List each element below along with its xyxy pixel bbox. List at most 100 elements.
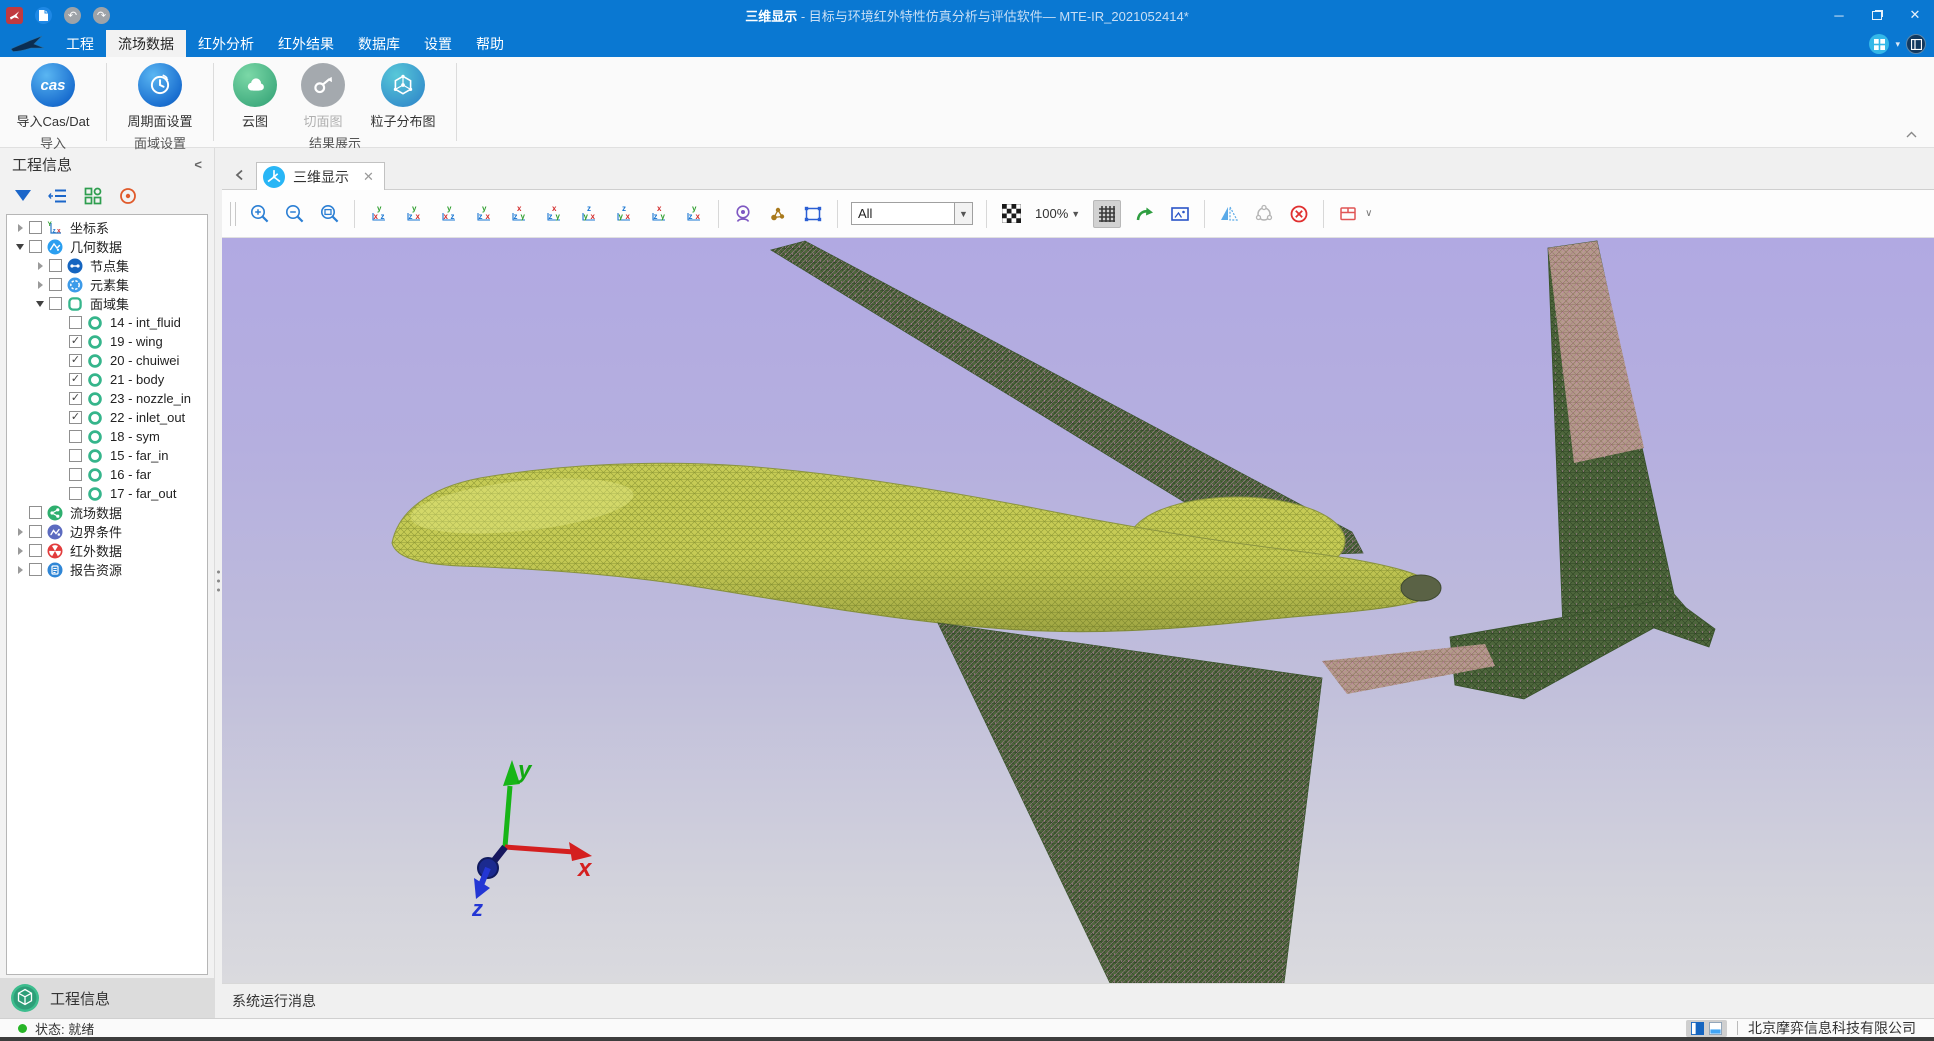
tree-item-checkbox[interactable]: ✓ [69,354,82,367]
transparency-checker-icon[interactable] [1000,203,1022,225]
minimize-button[interactable]: ─ [1820,0,1858,30]
tree-item-坐标系[interactable]: Yzx坐标系 [7,218,207,237]
ribbon-button-periodic-face[interactable]: 周期面设置 [117,61,203,130]
grid-toggle-button[interactable] [1093,200,1121,228]
restore-button[interactable] [1858,0,1896,30]
collapse-arrow-icon[interactable] [33,297,47,311]
chevron-down-icon[interactable]: ∨ [1365,208,1372,219]
tree-item-checkbox[interactable] [69,449,82,462]
tree-item-20_chuiwei[interactable]: ✓20 - chuiwei [7,351,207,370]
tree-item-checkbox[interactable] [69,430,82,443]
expand-arrow-icon[interactable] [13,221,27,235]
mirror-icon[interactable] [1218,203,1240,225]
ribbon-button-import-casdat[interactable]: cas 导入Cas/Dat [10,61,96,130]
tree-item-checkbox[interactable] [29,544,42,557]
tree-item-节点集[interactable]: 节点集 [7,256,207,275]
save-icon[interactable] [35,7,52,24]
ribbon-collapse-icon[interactable] [1905,130,1918,139]
panel-bottom-toggle-icon[interactable] [1709,1022,1722,1035]
tree-item-23_nozzle_in[interactable]: ✓23 - nozzle_in [7,389,207,408]
expand-arrow-icon[interactable] [13,525,27,539]
layout-panels-icon[interactable] [1906,34,1926,54]
zoom-level-select[interactable]: 100%▼ [1035,206,1080,221]
tab-scroll-left-icon[interactable] [222,161,256,189]
tree-item-checkbox[interactable] [49,278,62,291]
tree-item-报告资源[interactable]: 报告资源 [7,560,207,579]
collapse-arrow-icon[interactable] [13,240,27,254]
tree-item-checkbox[interactable]: ✓ [69,392,82,405]
view-back-icon[interactable]: yzx [403,203,425,225]
tree-item-checkbox[interactable] [69,468,82,481]
camera-view-icon[interactable] [732,203,754,225]
tree-item-几何数据[interactable]: 几何数据 [7,237,207,256]
molecule-icon[interactable] [767,203,789,225]
target-icon[interactable] [117,185,139,207]
rotate-nodes-icon[interactable] [1253,203,1275,225]
tree-item-面域集[interactable]: 面域集 [7,294,207,313]
undo-icon[interactable]: ↶ [64,7,81,24]
tree-item-元素集[interactable]: 元素集 [7,275,207,294]
zoom-fit-icon[interactable] [319,203,341,225]
tree-item-流场数据[interactable]: 流场数据 [7,503,207,522]
tree-item-checkbox[interactable]: ✓ [69,335,82,348]
grid-view-icon[interactable] [82,185,104,207]
tree-item-checkbox[interactable] [29,240,42,253]
expand-arrow-icon[interactable] [13,544,27,558]
tree-item-21_body[interactable]: ✓21 - body [7,370,207,389]
ribbon-button-contour-cloud[interactable]: 云图 [224,61,286,130]
menu-item-database[interactable]: 数据库 [346,30,412,57]
snapshot-icon[interactable] [1169,203,1191,225]
zoom-in-icon[interactable] [249,203,271,225]
tree-item-14_int_fluid[interactable]: 14 - int_fluid [7,313,207,332]
close-button[interactable]: ✕ [1896,0,1934,30]
tree-item-边界条件[interactable]: 边界条件 [7,522,207,541]
view-right-icon[interactable]: yzx [473,203,495,225]
view-iso-4-icon[interactable]: yzx [683,203,705,225]
tree-item-checkbox[interactable] [29,221,42,234]
zoom-out-icon[interactable] [284,203,306,225]
tree-item-checkbox[interactable] [29,525,42,538]
view-front-icon[interactable]: yxz [368,203,390,225]
view-iso-1-icon[interactable]: zyx [578,203,600,225]
menu-item-ir-results[interactable]: 红外结果 [266,30,346,57]
ribbon-button-particle-distribution[interactable]: 粒子分布图 [360,61,446,130]
view-iso-3-icon[interactable]: xzy [648,203,670,225]
menu-item-flow-data[interactable]: 流场数据 [106,30,186,57]
tree-item-16_far[interactable]: 16 - far [7,465,207,484]
tree-item-17_far_out[interactable]: 17 - far_out [7,484,207,503]
archive-box-icon[interactable] [1337,203,1359,225]
tree-item-checkbox[interactable]: ✓ [69,411,82,424]
outline-list-icon[interactable] [47,185,69,207]
style-grid-icon[interactable] [1869,34,1889,54]
selection-box-icon[interactable] [802,203,824,225]
toolbar-drag-handle[interactable] [230,202,236,226]
cancel-icon[interactable] [1288,203,1310,225]
tree-item-红外数据[interactable]: 红外数据 [7,541,207,560]
expand-arrow-icon[interactable] [33,259,47,273]
panel-bottom-bar[interactable]: 工程信息 [0,978,214,1018]
menu-item-project[interactable]: 工程 [54,30,106,57]
tree-item-checkbox[interactable] [29,563,42,576]
3d-viewport[interactable]: y x z [222,238,1934,983]
view-bottom-icon[interactable]: xzy [543,203,565,225]
expand-arrow-icon[interactable] [33,278,47,292]
app-launcher-icon[interactable] [6,7,23,24]
tree-item-checkbox[interactable]: ✓ [69,373,82,386]
combo-dropdown-icon[interactable]: ▼ [954,203,972,224]
tree-item-checkbox[interactable] [29,506,42,519]
tab-close-icon[interactable]: ✕ [363,169,374,185]
chevron-down-icon[interactable]: ▾ [1895,39,1900,50]
display-filter-select[interactable]: All ▼ [851,202,973,225]
panel-left-toggle-icon[interactable] [1691,1022,1704,1035]
tree-item-checkbox[interactable] [69,316,82,329]
view-top-icon[interactable]: xzy [508,203,530,225]
view-left-icon[interactable]: yxz [438,203,460,225]
tree-item-checkbox[interactable] [69,487,82,500]
tree-item-15_far_in[interactable]: 15 - far_in [7,446,207,465]
tree-item-19_wing[interactable]: ✓19 - wing [7,332,207,351]
expand-arrow-icon[interactable] [13,563,27,577]
filter-icon[interactable] [12,185,34,207]
tab-3d-display[interactable]: 三维显示 ✕ [256,162,385,190]
menu-item-ir-analysis[interactable]: 红外分析 [186,30,266,57]
panel-splitter[interactable] [215,148,222,1018]
